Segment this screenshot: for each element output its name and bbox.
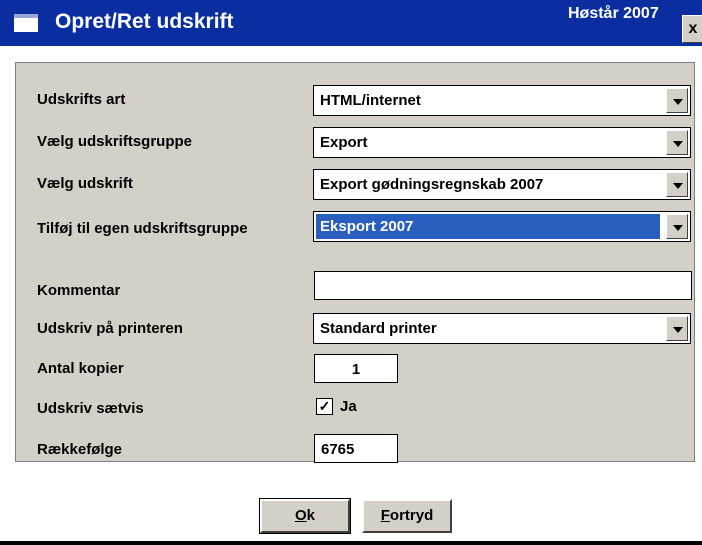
bottom-border — [0, 541, 702, 545]
dialog-window: Opret/Ret udskrift Høstår 2007 x Udskrif… — [0, 0, 702, 545]
saetvis-label: Udskriv sætvis — [37, 400, 144, 417]
egen-gruppe-label: Tilføj til egen udskriftsgruppe — [37, 220, 248, 237]
udskrift-value: Export gødningsregnskab 2007 — [320, 176, 544, 193]
saetvis-option-label: Ja — [340, 398, 357, 415]
fortryd-accelerator: F — [380, 507, 390, 524]
chevron-down-icon[interactable] — [666, 316, 688, 341]
chevron-down-icon[interactable] — [666, 88, 688, 113]
printer-select[interactable]: Standard printer — [313, 313, 691, 344]
udskrifts-art-label: Udskrifts art — [37, 91, 126, 108]
close-icon: x — [688, 20, 698, 37]
title-bar: Opret/Ret udskrift Høstår 2007 x — [0, 0, 702, 46]
kommentar-label: Kommentar — [37, 282, 121, 299]
udskrifts-art-select[interactable]: HTML/internet — [313, 85, 691, 116]
ok-accelerator: O — [294, 507, 307, 524]
saetvis-checkbox[interactable]: ✓ — [316, 398, 333, 415]
udskriftsgruppe-label: Vælg udskriftsgruppe — [37, 133, 193, 150]
chevron-down-icon[interactable] — [666, 214, 688, 239]
window-title: Opret/Ret udskrift — [55, 10, 234, 33]
season-label: Høstår 2007 — [568, 5, 659, 22]
printer-value: Standard printer — [320, 320, 437, 337]
window-icon — [14, 14, 38, 32]
udskrift-select[interactable]: Export gødningsregnskab 2007 — [313, 169, 691, 200]
udskriftsgruppe-select[interactable]: Export — [313, 127, 691, 158]
kommentar-input[interactable] — [314, 271, 692, 300]
udskrifts-art-value: HTML/internet — [320, 92, 421, 109]
fortryd-label-rest: ortryd — [389, 507, 434, 524]
close-button[interactable]: x — [682, 15, 702, 43]
chevron-down-icon[interactable] — [666, 130, 688, 155]
raekkefoelge-label: Rækkefølge — [37, 441, 123, 458]
ok-button[interactable]: Ok — [259, 498, 351, 534]
udskriftsgruppe-value: Export — [320, 134, 368, 151]
egen-gruppe-select[interactable]: Eksport 2007 — [313, 211, 691, 242]
kopier-input[interactable]: 1 — [314, 354, 398, 383]
ok-label-rest: k — [306, 507, 315, 524]
fortryd-button[interactable]: Fortryd — [362, 499, 452, 533]
raekkefoelge-input[interactable]: 6765 — [314, 434, 398, 463]
egen-gruppe-value: Eksport 2007 — [316, 214, 660, 239]
kopier-label: Antal kopier — [37, 360, 124, 377]
chevron-down-icon[interactable] — [666, 172, 688, 197]
udskrift-label: Vælg udskrift — [37, 175, 133, 192]
printer-label: Udskriv på printeren — [37, 320, 183, 337]
